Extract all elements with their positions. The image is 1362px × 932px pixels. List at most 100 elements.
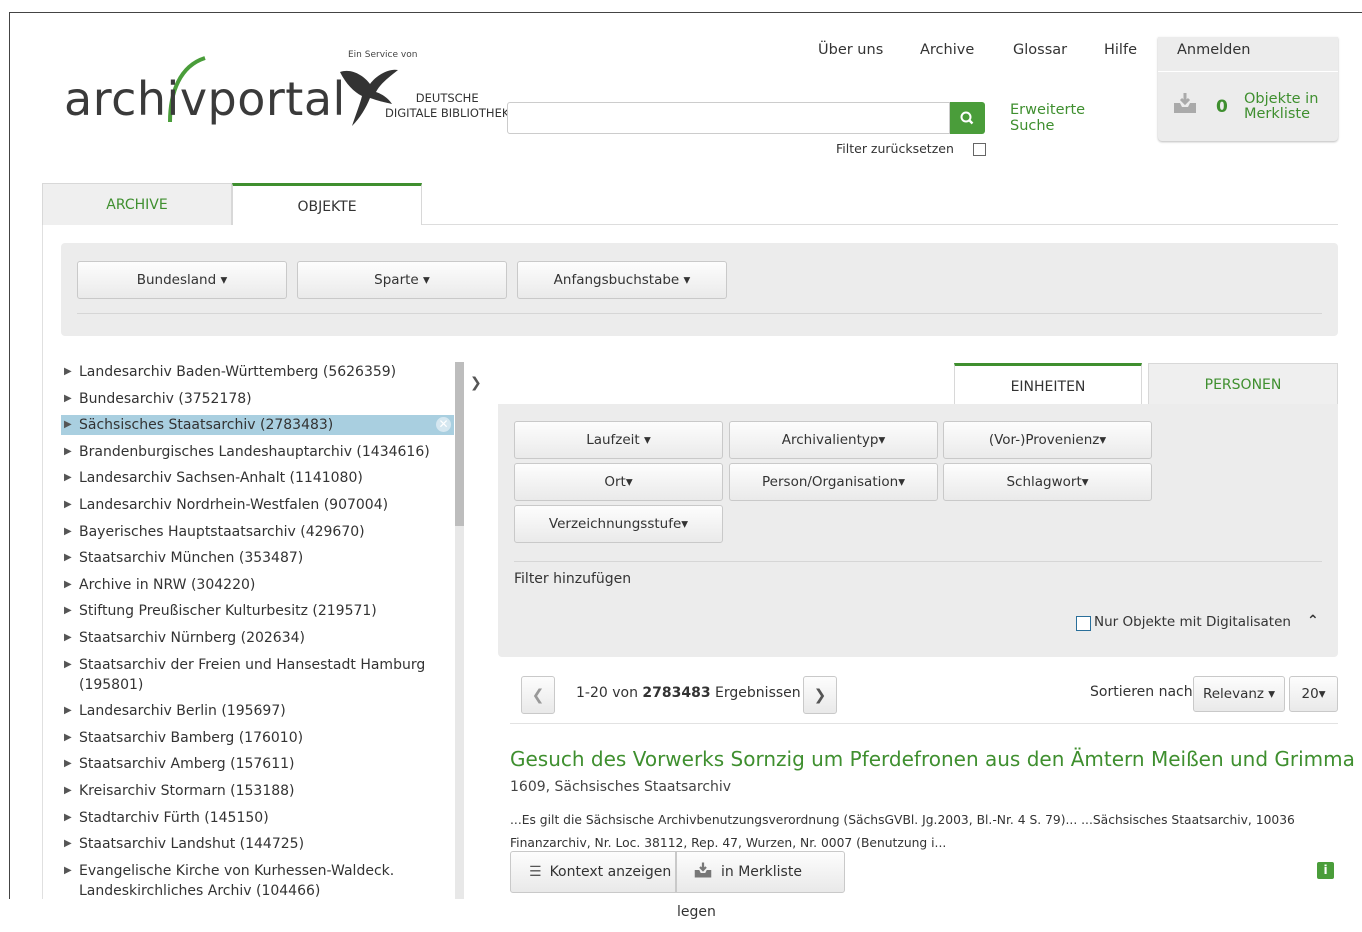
list-item[interactable]: ▶ Staatsarchiv der Freien und Hansestadt … bbox=[61, 655, 454, 695]
list-item[interactable]: ▶ Staatsarchiv Nürnberg (202634) bbox=[61, 628, 454, 648]
schlagwort-dropdown[interactable]: Schlagwort▾ bbox=[943, 463, 1152, 501]
caret-down-icon: ▾ bbox=[423, 272, 430, 288]
chevron-up-icon[interactable]: ⌃ bbox=[1307, 613, 1319, 629]
list-item[interactable]: ▶ Archive in NRW (304220) bbox=[61, 575, 454, 595]
archive-list: ▶ Landesarchiv Baden-Württemberg (5626359… bbox=[61, 362, 454, 899]
caret-down-icon: ▾ bbox=[898, 474, 905, 490]
triangle-right-icon: ▶ bbox=[64, 472, 72, 484]
nav-ueber-uns[interactable]: Über uns bbox=[818, 42, 883, 58]
login-separator bbox=[1158, 71, 1338, 72]
content-left-border bbox=[42, 225, 43, 899]
inbox-tray-icon[interactable] bbox=[1172, 91, 1198, 115]
verzeichnungsstufe-dropdown[interactable]: Verzeichnungsstufe▾ bbox=[514, 505, 723, 543]
add-filter-label[interactable]: Filter hinzufügen bbox=[514, 571, 631, 587]
archivalientyp-dropdown[interactable]: Archivalientyp▾ bbox=[729, 421, 938, 459]
sparte-dropdown[interactable]: Sparte ▾ bbox=[297, 261, 507, 299]
caret-down-icon: ▾ bbox=[625, 474, 633, 490]
nav-archive[interactable]: Archive bbox=[920, 42, 974, 58]
list-item[interactable]: ▶ Staatsarchiv Amberg (157611) bbox=[61, 754, 454, 774]
triangle-right-icon: ▶ bbox=[64, 605, 72, 617]
person-organisation-dropdown[interactable]: Person/Organisation▾ bbox=[729, 463, 938, 501]
anfangsbuchstabe-dropdown[interactable]: Anfangsbuchstabe ▾ bbox=[517, 261, 727, 299]
triangle-right-icon: ▶ bbox=[64, 525, 72, 537]
nav-glossar[interactable]: Glossar bbox=[1013, 42, 1067, 58]
triangle-right-icon: ▶ bbox=[64, 758, 72, 770]
caret-down-icon: ▾ bbox=[1099, 432, 1107, 448]
extended-search-link[interactable]: Erweiterte Suche bbox=[1010, 102, 1085, 134]
provenienz-dropdown[interactable]: (Vor-)Provenienz▾ bbox=[943, 421, 1152, 459]
caret-down-icon: ▾ bbox=[878, 432, 886, 448]
list-item[interactable]: ▶ Landesarchiv Sachsen-Anhalt (1141080) bbox=[61, 468, 454, 488]
list-item[interactable]: ▶ Stadtarchiv Fürth (145150) bbox=[61, 808, 454, 828]
close-icon[interactable]: ✕ bbox=[436, 417, 451, 433]
tab-einheiten[interactable]: EINHEITEN bbox=[954, 363, 1142, 405]
caret-down-icon: ▾ bbox=[683, 272, 691, 288]
filter-panel-divider bbox=[77, 313, 1322, 314]
add-to-merkliste-button[interactable]: in Merkliste legen bbox=[676, 851, 845, 920]
digital-only-checkbox[interactable] bbox=[1076, 616, 1091, 631]
sort-label: Sortieren nach bbox=[1090, 684, 1193, 700]
bundesland-dropdown[interactable]: Bundesland ▾ bbox=[77, 261, 287, 299]
tab-archive[interactable]: ARCHIVE bbox=[42, 183, 232, 225]
triangle-right-icon: ▶ bbox=[64, 731, 72, 743]
info-icon[interactable]: i bbox=[1317, 862, 1334, 879]
result-subtitle: 1609, Sächsisches Staatsarchiv bbox=[510, 779, 732, 795]
list-item[interactable]: ▶ Stiftung Preußischer Kulturbesitz (2195… bbox=[61, 601, 454, 621]
triangle-right-icon: ▶ bbox=[64, 578, 72, 590]
list-item[interactable]: ▶ Staatsarchiv Landshut (144725) bbox=[61, 834, 454, 854]
triangle-right-icon: ▶ bbox=[64, 784, 72, 796]
list-item[interactable]: ▶ Bayerisches Hauptstaatsarchiv (429670) bbox=[61, 522, 454, 542]
search-input[interactable] bbox=[507, 102, 950, 134]
inbox-tray-icon bbox=[694, 862, 712, 878]
merkliste-link[interactable]: Objekte in Merkliste bbox=[1244, 92, 1318, 122]
context-button[interactable]: ☰ Kontext anzeigen bbox=[510, 851, 676, 893]
list-item[interactable]: ▶ Brandenburgisches Landeshauptarchiv (14… bbox=[61, 442, 454, 462]
tab-objekte[interactable]: OBJEKTE bbox=[232, 183, 422, 225]
result-title-link[interactable]: Gesuch des Vorwerks Sornzig um Pferdefro… bbox=[510, 747, 1355, 771]
list-item[interactable]: ▶ Staatsarchiv Bamberg (176010) bbox=[61, 728, 454, 748]
result-snippet: ...Es gilt die Sächsische Archivbenutzun… bbox=[510, 813, 1295, 850]
search-button[interactable] bbox=[950, 102, 985, 134]
chevron-right-icon: ❯ bbox=[813, 686, 827, 704]
triangle-right-icon: ▶ bbox=[64, 366, 72, 377]
digital-only-label: Nur Objekte mit Digitalisaten bbox=[1094, 614, 1291, 630]
list-item[interactable]: ▶ Staatsarchiv München (353487) bbox=[61, 548, 454, 568]
list-scrollbar-thumb[interactable] bbox=[455, 362, 464, 526]
tab-divider bbox=[422, 224, 1338, 225]
ddb-name[interactable]: DEUTSCHE DIGITALE BIBLIOTHEK bbox=[385, 91, 509, 121]
result-count: 1-20 von 2783483 Ergebnissen bbox=[576, 685, 801, 701]
page-size-dropdown[interactable]: 20▾ bbox=[1289, 676, 1338, 712]
facet-panel-divider bbox=[514, 561, 1322, 562]
laufzeit-dropdown[interactable]: Laufzeit ▾ bbox=[514, 421, 723, 459]
list-item[interactable]: ▶ Landesarchiv Berlin (195697) bbox=[61, 701, 454, 721]
search-icon bbox=[960, 111, 974, 125]
caret-down-icon: ▾ bbox=[644, 432, 651, 448]
login-link[interactable]: Anmelden bbox=[1177, 42, 1251, 58]
triangle-right-icon: ▶ bbox=[64, 838, 72, 850]
ort-dropdown[interactable]: Ort▾ bbox=[514, 463, 723, 501]
chevron-right-icon[interactable]: ❯ bbox=[470, 375, 482, 391]
nav-hilfe[interactable]: Hilfe bbox=[1104, 42, 1137, 58]
caret-down-icon: ▾ bbox=[1081, 474, 1089, 490]
list-item[interactable]: ▶ Landesarchiv Baden-Württemberg (5626359… bbox=[61, 362, 454, 382]
triangle-right-icon: ▶ bbox=[64, 811, 72, 823]
merkliste-count: 0 bbox=[1216, 97, 1228, 117]
filter-reset-checkbox[interactable] bbox=[973, 143, 986, 156]
prev-page-button[interactable]: ❮ bbox=[521, 676, 555, 714]
tab-personen[interactable]: PERSONEN bbox=[1148, 363, 1338, 405]
list-item[interactable]: ▶ Bundesarchiv (3752178) bbox=[61, 389, 454, 409]
triangle-right-icon: ▶ bbox=[64, 658, 72, 670]
list-item[interactable]: ▶ Kreisarchiv Stormarn (153188) bbox=[61, 781, 454, 801]
chevron-left-icon: ❮ bbox=[531, 686, 545, 704]
caret-down-icon: ▾ bbox=[1268, 686, 1276, 702]
list-item-selected[interactable]: ▶ Sächsisches Staatsarchiv (2783483) ✕ bbox=[61, 415, 454, 436]
next-page-button[interactable]: ❯ bbox=[803, 676, 837, 714]
logo-text[interactable]: archivportal bbox=[64, 72, 346, 126]
filter-reset-label: Filter zurücksetzen bbox=[836, 141, 954, 156]
list-item[interactable]: ▶ Evangelische Kirche von Kurhessen-Walde… bbox=[61, 861, 454, 899]
triangle-right-icon: ▶ bbox=[64, 445, 72, 457]
list-item[interactable]: ▶ Landesarchiv Nordrhein-Westfalen (90700… bbox=[61, 495, 454, 515]
sort-dropdown[interactable]: Relevanz ▾ bbox=[1193, 676, 1285, 712]
triangle-right-icon: ▶ bbox=[64, 705, 72, 717]
triangle-right-icon: ▶ bbox=[64, 864, 72, 876]
